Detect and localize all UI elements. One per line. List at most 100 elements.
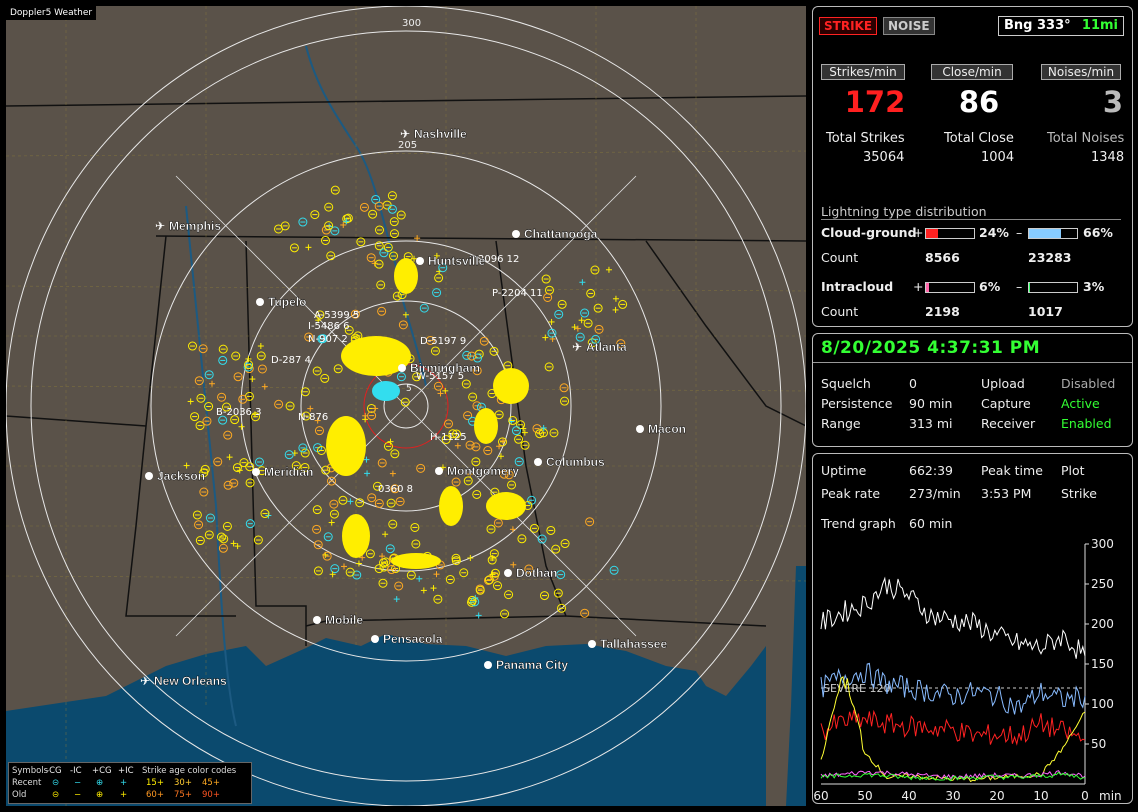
cg-negative-count: 23283 — [1028, 250, 1072, 265]
neg-cg-old-icon: ⊝ — [52, 790, 60, 800]
capture-label: Capture — [981, 396, 1031, 411]
storm-cells — [326, 258, 529, 569]
legend-recent-label: Recent — [12, 778, 42, 788]
neg-ic-old-icon: − — [74, 790, 82, 800]
close-min-value: 86 — [958, 85, 1000, 119]
strike-button[interactable]: STRIKE — [819, 17, 878, 35]
x-axis-label: min — [1099, 789, 1122, 803]
noise-button[interactable]: NOISE — [883, 17, 935, 35]
cell-label: B-2036 3 — [216, 407, 261, 418]
range-label: Range — [821, 416, 861, 431]
airport-icon: ✈ — [572, 340, 582, 354]
city-name: Meridian — [264, 465, 313, 479]
bearing-readout: Bng 333° 11mi — [998, 16, 1124, 36]
city-dot-icon — [504, 569, 512, 577]
symbol-legend: Symbols -CG -IC +CG +IC Strike age color… — [8, 762, 252, 804]
cg-negative-bar — [1028, 228, 1078, 239]
ic-plus-sign: + — [913, 279, 924, 294]
city-name: Chattanooga — [524, 227, 598, 241]
city-jackson: Jackson — [145, 469, 205, 483]
uptime-value: 662:39 — [909, 463, 953, 478]
total-noises-label: Total Noises — [1047, 131, 1125, 146]
city-name: Dothan — [516, 566, 557, 580]
range-label-5: 5 — [406, 384, 412, 394]
airport-icon: ✈ — [155, 219, 165, 233]
airport-icon: ✈ — [140, 674, 150, 688]
ic-positive-bar-fill — [926, 283, 929, 292]
x-tick-label: 40 — [901, 789, 916, 803]
city-dothan: Dothan — [504, 566, 558, 580]
neg-cg-recent-icon: ⊝ — [52, 778, 60, 788]
persistence-value: 90 min — [909, 396, 953, 411]
city-name: New Orleans — [154, 674, 227, 688]
city-dot-icon — [313, 616, 321, 624]
city-tallahassee: Tallahassee — [588, 637, 668, 651]
city-columbus: Columbus — [534, 455, 605, 469]
range-value: 313 mi — [909, 416, 953, 431]
airport-icon: ✈ — [400, 127, 410, 141]
legend-old-label: Old — [12, 790, 27, 800]
strike-stats-panel: STRIKE NOISE Bng 333° 11mi Strikes/min C… — [812, 6, 1133, 327]
city-memphis: ✈ Memphis — [155, 219, 222, 233]
squelch-value: 0 — [909, 376, 917, 391]
total-close-value: 1004 — [981, 150, 1015, 165]
age-30: 30+ — [174, 778, 192, 788]
city-name: Birmingham — [410, 361, 480, 375]
total-strikes-label: Total Strikes — [826, 131, 905, 146]
cell-label: D-287 4 — [271, 355, 311, 366]
city-new-orleans: ✈ New Orleans — [140, 674, 227, 688]
legend-col-3: +IC — [118, 766, 134, 776]
age-45: 45+ — [202, 778, 220, 788]
ic-negative-pct: 3% — [1083, 279, 1105, 294]
city-name: Nashville — [414, 127, 467, 141]
cg-negative-pct: 66% — [1083, 225, 1113, 240]
ic-positive-bar — [925, 282, 975, 293]
city-panama-city: Panama City — [484, 658, 569, 672]
cell-label: H-1125 — [430, 432, 467, 443]
plot-label: Plot — [1061, 463, 1085, 478]
y-tick-label: 100 — [1091, 697, 1114, 711]
age-75: 75+ — [174, 790, 192, 800]
y-tick-label: 250 — [1091, 577, 1114, 591]
city-dot-icon — [145, 472, 153, 480]
cg-positive-bar-fill — [926, 229, 938, 238]
cg-minus-sign: – — [1016, 225, 1023, 240]
settings-panel: 8/20/2025 4:37:31 PM Squelch 0 Upload Di… — [812, 333, 1133, 447]
city-dot-icon — [435, 467, 443, 475]
city-dot-icon — [256, 298, 264, 306]
y-tick-label: 200 — [1091, 617, 1114, 631]
noises-min-header[interactable]: Noises/min — [1041, 64, 1121, 80]
trend-series-2 — [820, 709, 1086, 746]
pos-ic-recent-icon: + — [120, 778, 128, 788]
bearing-value: Bng 333° — [1004, 18, 1071, 33]
city-name: Mobile — [325, 613, 363, 627]
city-chattanooga: Chattanooga — [512, 227, 598, 241]
city-mobile: Mobile — [313, 613, 364, 627]
cell-label: 0360 8 — [378, 484, 413, 495]
x-tick-label: 50 — [857, 789, 872, 803]
lightning-map[interactable]: 2096 12 P-2204 11 A-5399 5 I-5486 6 N-907 2D… — [6, 6, 806, 806]
close-min-header[interactable]: Close/min — [931, 64, 1013, 80]
city-name: Panama City — [496, 658, 568, 672]
city-name: Tallahassee — [600, 637, 667, 651]
trend-graph-value: 60 min — [909, 516, 953, 531]
upload-value: Disabled — [1061, 376, 1116, 391]
ic-negative-bar-fill — [1029, 283, 1031, 292]
uptime-label: Uptime — [821, 463, 867, 478]
plot-value[interactable]: Strike — [1061, 486, 1097, 501]
strikes-min-header[interactable]: Strikes/min — [821, 64, 905, 80]
city-dot-icon — [588, 640, 596, 648]
x-tick-label: 0 — [1081, 789, 1089, 803]
atlantic-water — [786, 566, 806, 806]
cell-label: A-5399 5 — [314, 310, 359, 321]
receiver-value: Enabled — [1061, 416, 1112, 431]
ic-negative-count: 1017 — [1028, 304, 1063, 319]
pos-cg-recent-icon: ⊕ — [96, 778, 104, 788]
y-tick-label: 50 — [1091, 737, 1106, 751]
city-tupelo: Tupelo — [256, 295, 307, 309]
city-birmingham: Birmingham — [398, 361, 480, 375]
x-tick-label: 10 — [1033, 789, 1048, 803]
total-noises-value: 1348 — [1091, 150, 1125, 165]
neg-ic-recent-icon: − — [74, 778, 82, 788]
cg-negative-bar-fill — [1029, 229, 1061, 238]
